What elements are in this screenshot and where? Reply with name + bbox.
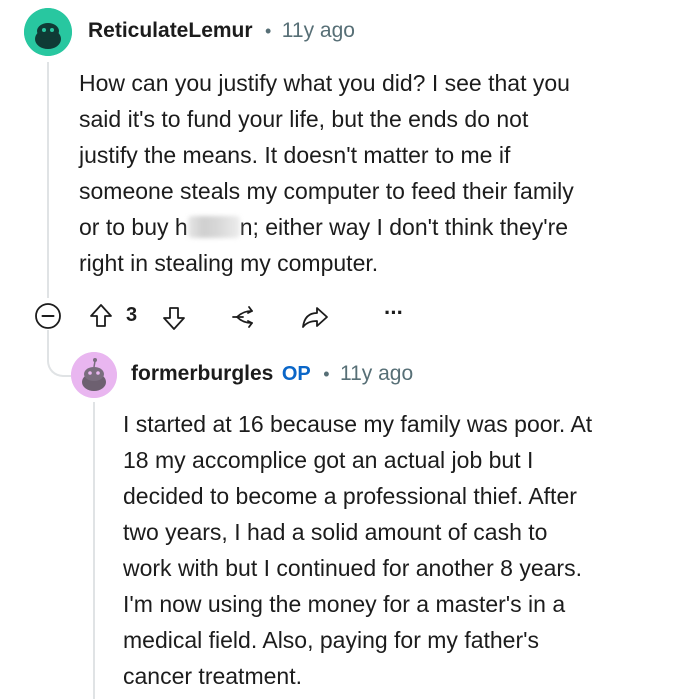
more-ellipsis-icon: ··· <box>384 300 404 325</box>
share-button[interactable] <box>300 302 330 332</box>
reply-header: formerburgles OP • 11y ago <box>131 362 413 386</box>
comment-text-fragment: n; either way I don't think they're <box>239 214 569 240</box>
downvote-arrow-icon <box>163 307 185 330</box>
upvote-arrow-icon <box>90 304 112 327</box>
comment-line: said it's to fund your life, but the end… <box>79 106 529 132</box>
avatar-reticulatelemur[interactable] <box>24 8 72 56</box>
award-icon <box>232 306 253 328</box>
op-badge: OP <box>281 363 311 385</box>
reply-line: I'm now using the money for a master's i… <box>123 591 566 617</box>
comment-line-with-censor: or to buy h n; either way I don't think t… <box>79 209 568 245</box>
award-button[interactable] <box>228 302 258 332</box>
snoo-avatar-icon <box>24 8 72 56</box>
more-options-button[interactable]: ··· <box>384 300 414 328</box>
username[interactable]: formerburgles <box>131 362 273 385</box>
reply-line: cancer treatment. <box>123 663 302 689</box>
avatar-formerburgles[interactable] <box>71 352 117 398</box>
collapse-minus-icon <box>35 303 61 329</box>
thread-connector[interactable] <box>47 330 71 377</box>
username[interactable]: ReticulateLemur <box>88 19 253 42</box>
collapse-thread-button[interactable] <box>34 302 62 330</box>
censor-blur <box>187 216 240 238</box>
share-icon <box>302 307 328 328</box>
comment-line: right in stealing my computer. <box>79 250 379 276</box>
reply-line: medical field. Also, paying for my fathe… <box>123 627 540 653</box>
snoo-avatar-icon <box>71 352 117 398</box>
reply-line: work with but I continued for another 8 … <box>123 555 582 581</box>
thread-line[interactable] <box>93 402 95 699</box>
comment-body: How can you justify what you did? I see … <box>79 65 679 285</box>
downvote-button[interactable] <box>160 304 188 332</box>
comment-line: someone steals my computer to feed their… <box>79 178 574 204</box>
vote-count: 3 <box>126 304 138 326</box>
separator-dot: • <box>323 364 330 384</box>
timestamp[interactable]: 11y ago <box>340 362 413 385</box>
reply-line: I started at 16 because my family was po… <box>123 411 593 437</box>
timestamp[interactable]: 11y ago <box>282 19 355 42</box>
separator-dot: • <box>265 21 272 41</box>
comment-header: ReticulateLemur • 11y ago <box>88 19 355 43</box>
reply-line: two years, I had a solid amount of cash … <box>123 519 548 545</box>
thread-line[interactable] <box>47 62 49 298</box>
comment-text-fragment: or to buy h <box>79 214 188 240</box>
comment-line: How can you justify what you did? I see … <box>79 70 570 96</box>
comment-line: justify the means. It doesn't matter to … <box>79 142 511 168</box>
reply-line: decided to become a professional thief. … <box>123 483 577 509</box>
reply-line: 18 my accomplice got an actual job but I <box>123 447 534 473</box>
upvote-button[interactable] <box>87 302 115 330</box>
reply-body: I started at 16 because my family was po… <box>123 406 693 696</box>
